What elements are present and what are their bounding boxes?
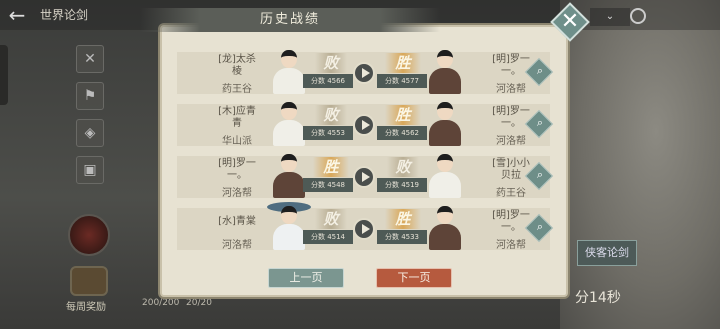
gear-icon[interactable] xyxy=(630,8,646,24)
replay-button[interactable] xyxy=(353,218,375,240)
search-icon[interactable]: ⌕ xyxy=(533,168,547,182)
left-result: 败 xyxy=(315,209,347,229)
xiake-lunjian-button[interactable]: 侠客论剑 xyxy=(577,240,637,266)
right-score: 分数 4533 xyxy=(377,230,427,244)
left-score: 分数 4553 xyxy=(303,126,353,140)
play-icon xyxy=(362,172,370,182)
record-row: [明]罗一 一。 河洛帮 分数 4548 胜 败 分数 4519 [雪]小小 贝… xyxy=(177,152,554,199)
record-row: [水]青棠 河洛帮 分数 4514 败 胜 分数 4533 [明]罗一 一。 河… xyxy=(177,202,554,251)
right-result: 胜 xyxy=(385,105,421,125)
play-icon xyxy=(362,224,370,234)
right-player-sect: 河洛帮 xyxy=(496,240,526,251)
next-page-button[interactable]: 下一页 xyxy=(376,268,452,288)
counter-left: 200/200 xyxy=(142,298,180,308)
replay-button[interactable] xyxy=(353,114,375,136)
left-score: 分数 4548 xyxy=(303,178,353,192)
shield-icon[interactable]: ◈ xyxy=(76,119,104,147)
flag-icon[interactable]: ⚑ xyxy=(76,82,104,110)
left-player-name: [水]青棠 xyxy=(218,216,256,227)
right-score: 分数 4577 xyxy=(377,74,427,88)
play-icon xyxy=(362,120,370,130)
left-player-sect: 河洛帮 xyxy=(222,188,252,199)
left-result: 胜 xyxy=(313,157,349,177)
replay-button[interactable] xyxy=(353,62,375,84)
left-player-sect: 河洛帮 xyxy=(222,240,252,251)
play-icon xyxy=(362,68,370,78)
left-score: 分数 4514 xyxy=(303,230,353,244)
right-result: 胜 xyxy=(385,209,421,229)
left-player-name: [木]应青 青 xyxy=(218,106,256,129)
background-map xyxy=(560,0,720,329)
scroll-icon[interactable]: ▣ xyxy=(76,156,104,184)
search-icon[interactable]: ⌕ xyxy=(533,220,547,234)
right-portrait xyxy=(421,202,469,250)
left-edge-handle[interactable] xyxy=(0,45,8,105)
counter-right: 20/20 xyxy=(186,298,212,308)
right-player-sect: 河洛帮 xyxy=(496,136,526,147)
weekly-reward-label: 每周奖励 xyxy=(66,302,106,313)
left-player-name: [明]罗一 一。 xyxy=(218,158,256,181)
right-portrait xyxy=(421,98,469,146)
back-arrow-icon[interactable]: ← xyxy=(6,4,28,26)
left-player-sect: 华山派 xyxy=(222,136,252,147)
right-result: 败 xyxy=(387,157,419,177)
modal-title: 历史战绩 xyxy=(140,8,440,32)
prev-page-button[interactable]: 上一页 xyxy=(268,268,344,288)
record-row: [龙]太杀 棱 药王谷 分数 4566 败 胜 分数 4577 [明]罗一 一。… xyxy=(177,48,554,95)
left-result: 败 xyxy=(315,105,347,125)
right-portrait xyxy=(421,46,469,94)
left-result: 败 xyxy=(315,53,347,73)
right-portrait xyxy=(421,150,469,198)
right-result: 胜 xyxy=(385,53,421,73)
search-icon[interactable]: ⌕ xyxy=(533,64,547,78)
sword-icon[interactable]: ✕ xyxy=(76,45,104,73)
timer-text: 分14秒 xyxy=(575,290,621,306)
close-icon[interactable]: ✕ xyxy=(556,8,584,36)
tower-icon[interactable] xyxy=(68,214,110,256)
replay-button[interactable] xyxy=(353,166,375,188)
right-score: 分数 4562 xyxy=(377,126,427,140)
chest-icon[interactable] xyxy=(70,266,108,296)
server-dropdown[interactable]: ⌄ xyxy=(590,8,630,26)
right-player-sect: 河洛帮 xyxy=(496,84,526,95)
left-score: 分数 4566 xyxy=(303,74,353,88)
right-score: 分数 4519 xyxy=(377,178,427,192)
left-player-sect: 药王谷 xyxy=(222,84,252,95)
world-title: 世界论剑 xyxy=(40,8,89,22)
record-row: [木]应青 青 华山派 分数 4553 败 胜 分数 4562 [明]罗一 一。… xyxy=(177,100,554,147)
right-player-sect: 药王谷 xyxy=(496,188,526,199)
left-player-name: [龙]太杀 棱 xyxy=(218,54,256,77)
search-icon[interactable]: ⌕ xyxy=(533,116,547,130)
